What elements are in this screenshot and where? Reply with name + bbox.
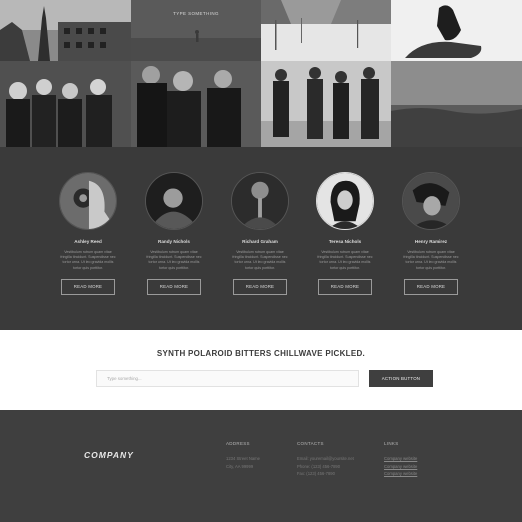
member-name: Richard Graham	[242, 239, 278, 244]
team-member-card: Henry Ramirez Vestibulum rutrum quam vit…	[396, 172, 466, 295]
paris-tower-image	[0, 0, 131, 61]
links-heading: LINKS	[384, 441, 399, 446]
band-group-image	[0, 61, 131, 147]
member-name: Henry Ramirez	[414, 239, 448, 244]
contact-email: Email: youremail@yoursite.net	[297, 456, 354, 461]
avatar	[402, 172, 460, 230]
gallery-photo-bird[interactable]	[391, 0, 522, 61]
member-bio: Vestibulum rutrum quam vitae fringilla t…	[60, 250, 116, 270]
member-photo	[60, 173, 116, 229]
read-more-button[interactable]: READ MORE	[318, 278, 372, 295]
footer-link[interactable]: Company website	[384, 470, 417, 478]
member-name: Teresa Nichols	[328, 239, 362, 244]
avatar	[145, 172, 203, 230]
avatar	[316, 172, 374, 230]
gallery-featured-tile[interactable]: TYPE SOMETHING	[131, 0, 261, 61]
member-name: Randy Nichols	[158, 239, 190, 244]
member-bio: Vestibulum rutrum quam vitae fringilla t…	[146, 250, 202, 270]
company-logo[interactable]: COMPANY	[84, 450, 134, 460]
call-to-action-section: SYNTH POLAROID BITTERS CHILLWAVE PICKLED…	[0, 330, 522, 410]
member-name: Ashley Reed	[74, 239, 102, 244]
band-dark-image	[131, 61, 261, 147]
cta-text-input[interactable]	[96, 370, 359, 387]
gallery-photo-landscape[interactable]	[391, 61, 522, 147]
snow-trees-image	[261, 0, 391, 61]
member-bio: Vestibulum rutrum quam vitae fringilla t…	[232, 250, 288, 270]
read-more-button[interactable]: READ MORE	[61, 278, 115, 295]
contact-fax: Fax: (123) 456-7890	[297, 471, 335, 477]
address-heading: ADDRESS	[226, 441, 250, 446]
gallery-photo-band-street[interactable]	[261, 61, 391, 147]
address-line: 1234 Street Name	[226, 456, 260, 461]
cta-heading: SYNTH POLAROID BITTERS CHILLWAVE PICKLED…	[156, 349, 366, 358]
member-bio: Vestibulum rutrum quam vitae fringilla t…	[317, 250, 373, 270]
member-photo	[146, 173, 202, 229]
footer-contacts-column: CONTACTS Email: youremail@yoursite.net P…	[297, 441, 354, 478]
team-member-card: Richard Graham Vestibulum rutrum quam vi…	[225, 172, 295, 295]
member-photo	[403, 173, 459, 229]
team-section: Ashley Reed Vestibulum rutrum quam vitae…	[0, 147, 522, 330]
team-member-card: Randy Nichols Vestibulum rutrum quam vit…	[139, 172, 209, 295]
gallery-caption: TYPE SOMETHING	[173, 11, 219, 16]
foggy-figure-image	[131, 0, 261, 61]
avatar	[231, 172, 289, 230]
footer-link[interactable]: Company website	[384, 463, 417, 471]
read-more-button[interactable]: READ MORE	[404, 278, 458, 295]
team-member-card: Ashley Reed Vestibulum rutrum quam vitae…	[53, 172, 123, 295]
footer-link[interactable]: Company website	[384, 455, 417, 463]
contacts-heading: CONTACTS	[297, 441, 324, 446]
avatar	[59, 172, 117, 230]
photo-gallery: TYPE SOMETHING	[0, 0, 522, 147]
landscape-image	[391, 61, 522, 147]
member-bio: Vestibulum rutrum quam vitae fringilla t…	[403, 250, 459, 270]
read-more-button[interactable]: READ MORE	[233, 278, 287, 295]
footer-links-column: LINKS Company website Company website Co…	[384, 441, 417, 478]
gallery-photo-snow-trees[interactable]	[261, 0, 391, 61]
member-photo	[317, 173, 373, 229]
action-button[interactable]: ACTION BUTTON	[369, 370, 433, 387]
gallery-photo-band-dark[interactable]	[131, 61, 261, 147]
team-member-card: Teresa Nichols Vestibulum rutrum quam vi…	[310, 172, 380, 295]
gallery-photo-band-group[interactable]	[0, 61, 131, 147]
address-line: City, AA 99999	[226, 463, 254, 469]
gallery-photo-paris-tower[interactable]	[0, 0, 131, 61]
footer: COMPANY ADDRESS 1234 Street Name City, A…	[0, 410, 522, 522]
member-photo	[232, 173, 288, 229]
band-street-image	[261, 61, 391, 147]
read-more-button[interactable]: READ MORE	[147, 278, 201, 295]
bird-on-hand-image	[391, 0, 522, 61]
contact-phone: Phone: (123) 456-7890	[297, 463, 341, 469]
footer-address-column: ADDRESS 1234 Street Name City, AA 99999	[226, 441, 260, 470]
